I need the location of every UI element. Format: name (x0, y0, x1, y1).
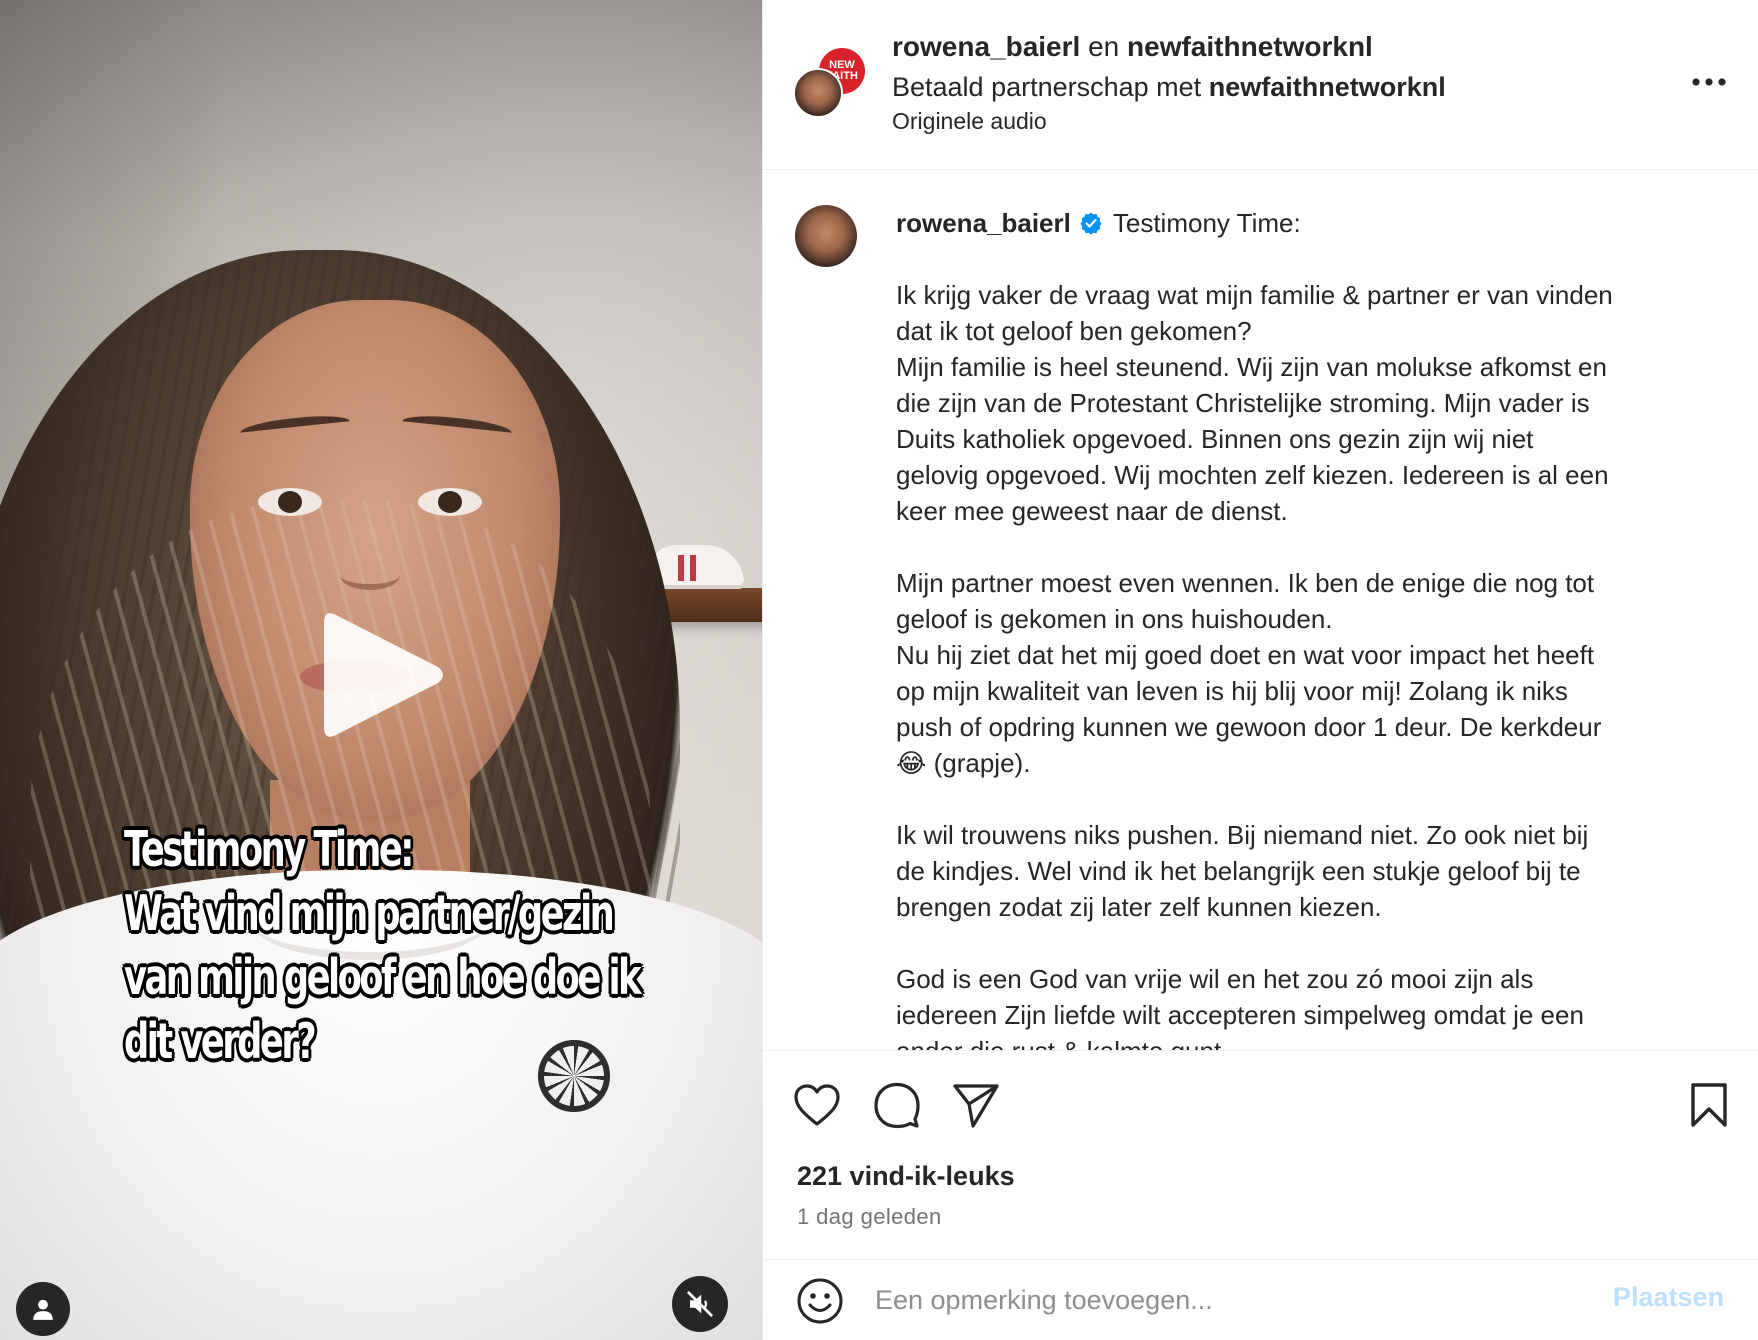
caption-paragraph: God is een God van vrije wil en het zou … (896, 961, 1726, 1051)
caption-line: 😂 (grapje). (896, 748, 1031, 778)
caption-line: keer mee geweest naar de dienst. (896, 496, 1288, 526)
play-button[interactable] (318, 605, 448, 745)
comment-icon (874, 1082, 920, 1129)
caption-line: geloof is gekomen in ons huishouden. (896, 604, 1333, 634)
caption-area[interactable]: rowena_baierl Testimony Time: Ik krijg v… (763, 171, 1758, 1051)
post-header: NEW FAITH rowena_baierl en newfaithnetwo… (763, 0, 1758, 170)
caption-line: Mijn partner moest even wennen. Ik ben d… (896, 568, 1595, 598)
share-icon (953, 1084, 999, 1128)
caption-line: push of opdring kunnen we gewoon door 1 … (896, 712, 1602, 742)
caption-title: Testimony Time: (1112, 208, 1301, 238)
caption-line: die zijn van de Protestant Christelijke … (896, 388, 1590, 418)
comment-input[interactable] (875, 1272, 1575, 1328)
caption-paragraph: Ik krijg vaker de vraag wat mijn familie… (896, 277, 1726, 529)
save-button[interactable] (1683, 1079, 1735, 1131)
post-actions: 221 vind-ik-leuks 1 dag geleden (763, 1051, 1758, 1229)
muted-speaker-icon (687, 1291, 713, 1317)
authors-conjunction: en (1088, 31, 1120, 62)
video-person-eye (258, 488, 322, 516)
bookmark-icon (1691, 1083, 1727, 1127)
caption-line: op mijn kwaliteit van leven is hij blij … (896, 676, 1568, 706)
caption-line: Nu hij ziet dat het mij goed doet en wat… (896, 640, 1595, 670)
likes-count[interactable]: 221 vind-ik-leuks (797, 1161, 1015, 1192)
heart-icon (794, 1084, 840, 1126)
caption-line: dat ik tot geloof ben gekomen? (896, 316, 1252, 346)
more-options-button[interactable] (1685, 66, 1733, 98)
verified-badge-icon (1079, 211, 1103, 235)
video-person-eye (418, 488, 482, 516)
caption-author-avatar[interactable] (795, 205, 857, 267)
overlay-line: van mijn geloof en hoe doe ik (124, 949, 642, 1006)
overlay-line: Wat vind mijn partner/gezin (124, 885, 615, 942)
author-avatar[interactable] (793, 68, 843, 118)
author-username-link[interactable]: rowena_baierl (892, 31, 1080, 62)
caption-line: God is een God van vrije wil en het zou … (896, 964, 1534, 994)
user-icon (33, 1299, 53, 1320)
caption-line: iedereen Zijn liefde wilt accepteren sim… (896, 1000, 1584, 1030)
caption-body: rowena_baierl Testimony Time: Ik krijg v… (896, 205, 1726, 1051)
partnership-prefix: Betaald partnerschap met (892, 72, 1202, 102)
author-avatars[interactable]: NEW FAITH (793, 48, 865, 120)
post-comment-button[interactable]: Plaatsen (1613, 1282, 1724, 1313)
audio-link[interactable]: Originele audio (892, 106, 1047, 136)
tagged-users-button[interactable] (16, 1282, 70, 1336)
video-overlay-caption: Testimony Time: Wat vind mijn partner/ge… (124, 818, 642, 1074)
caption-line: brengen zodat zij later zelf kunnen kiez… (896, 892, 1382, 922)
overlay-line: dit verder? (124, 1013, 317, 1070)
caption-line: Ik krijg vaker de vraag wat mijn familie… (896, 280, 1613, 310)
video-person-nose (340, 560, 400, 590)
paid-partnership-label: Betaald partnerschap met newfaithnetwork… (892, 70, 1446, 104)
caption-username-link[interactable]: rowena_baierl (896, 205, 1071, 241)
overlay-line: Testimony Time: (124, 821, 414, 878)
caption-line: de kindjes. Wel vind ik het belangrijk e… (896, 856, 1581, 886)
header-authors: rowena_baierl en newfaithnetworknl (892, 30, 1373, 64)
mute-toggle-button[interactable] (672, 1276, 728, 1332)
emoji-icon (797, 1278, 843, 1324)
share-button[interactable] (950, 1079, 1002, 1131)
play-icon (324, 613, 443, 737)
caption-line: Mijn familie is heel steunend. Wij zijn … (896, 352, 1607, 382)
caption-head: rowena_baierl Testimony Time: (896, 205, 1726, 241)
emoji-picker-button[interactable] (795, 1276, 845, 1326)
caption-line: gelovig opgevoed. Wij mochten zelf kieze… (896, 460, 1609, 490)
post-timestamp[interactable]: 1 dag geleden (797, 1204, 942, 1230)
like-button[interactable] (791, 1079, 843, 1131)
collaborator-username-link[interactable]: newfaithnetworknl (1127, 31, 1373, 62)
comment-bar: Plaatsen (763, 1259, 1758, 1340)
caption-paragraph: Ik wil trouwens niks pushen. Bij niemand… (896, 817, 1726, 925)
comment-button[interactable] (871, 1079, 923, 1131)
post-details-panel: NEW FAITH rowena_baierl en newfaithnetwo… (762, 0, 1758, 1340)
caption-line: Duits katholiek opgevoed. Binnen ons gez… (896, 424, 1534, 454)
caption-line: Ik wil trouwens niks pushen. Bij niemand… (896, 820, 1589, 850)
caption-paragraph: Mijn partner moest even wennen. Ik ben d… (896, 565, 1726, 781)
partnership-brand-link[interactable]: newfaithnetworknl (1209, 72, 1446, 102)
video-player[interactable]: Testimony Time: Wat vind mijn partner/ge… (0, 0, 762, 1340)
more-options-icon (1692, 78, 1726, 86)
caption-line: ander die rust & kalmte gunt. (896, 1036, 1229, 1051)
